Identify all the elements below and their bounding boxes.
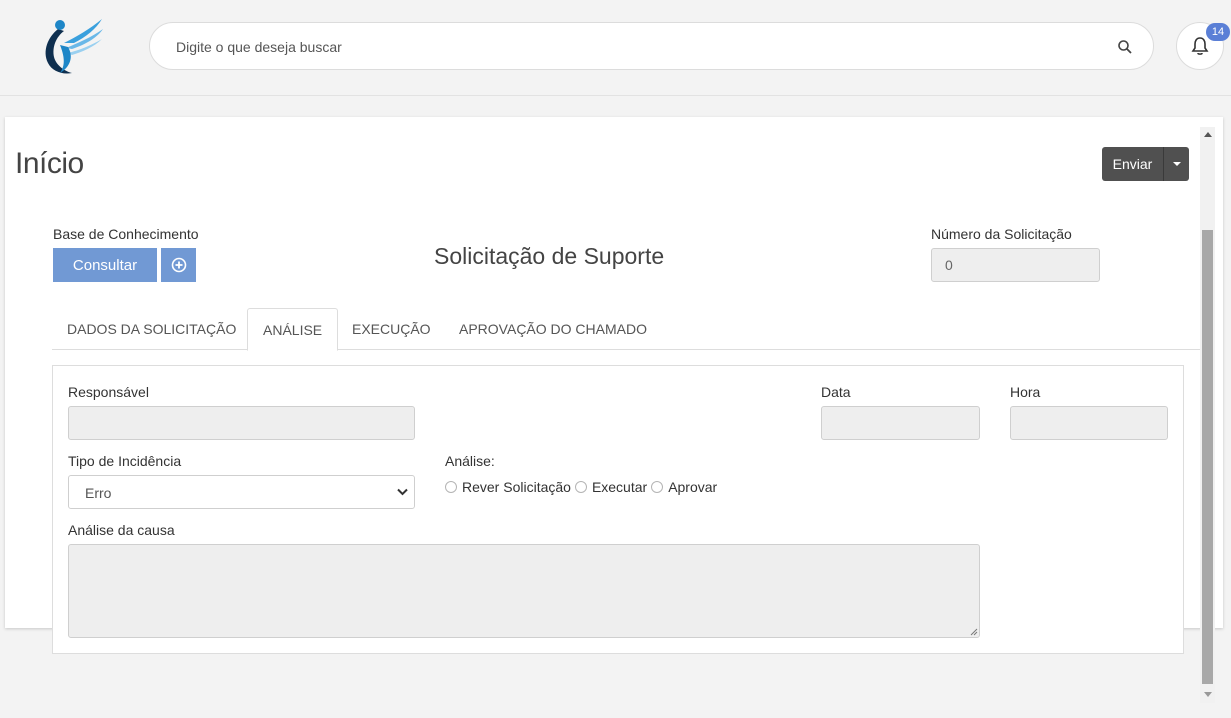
tab-execution[interactable]: EXECUÇÃO — [337, 308, 446, 350]
form-title: Solicitação de Suporte — [434, 243, 665, 269]
radio-approve-label[interactable]: Aprovar — [668, 479, 717, 495]
request-number-label: Número da Solicitação — [931, 226, 1072, 242]
tab-request-data[interactable]: DADOS DA SOLICITAÇÃO — [52, 308, 251, 350]
incidence-type-value: Erro — [85, 485, 112, 501]
time-field[interactable] — [1010, 406, 1168, 440]
consult-button[interactable]: Consultar — [53, 248, 157, 282]
scroll-thumb[interactable] — [1202, 230, 1213, 684]
date-label: Data — [821, 384, 851, 400]
request-number-field[interactable] — [931, 248, 1100, 282]
add-knowledge-button[interactable] — [161, 248, 196, 282]
chevron-down-icon — [397, 488, 408, 496]
tab-analysis[interactable]: ANÁLISE — [247, 308, 339, 351]
resize-handle-icon[interactable] — [970, 628, 978, 636]
bell-icon — [1191, 37, 1209, 55]
search-input[interactable] — [176, 37, 1076, 57]
scroll-down-arrow-icon[interactable] — [1204, 692, 1212, 697]
time-label: Hora — [1010, 384, 1041, 400]
incidence-type-select[interactable]: Erro — [68, 475, 415, 509]
search-icon[interactable] — [1117, 39, 1133, 55]
caret-down-icon — [1172, 162, 1181, 166]
scroll-up-arrow-icon[interactable] — [1204, 132, 1212, 137]
page-title: Início — [15, 147, 84, 180]
radio-execute-label[interactable]: Executar — [592, 479, 647, 495]
responsible-field[interactable] — [68, 406, 415, 440]
knowledge-base-label: Base de Conhecimento — [53, 226, 199, 242]
responsible-label: Responsável — [68, 384, 149, 400]
date-field[interactable] — [821, 406, 980, 440]
send-dropdown-button[interactable] — [1164, 147, 1189, 181]
send-button[interactable]: Enviar — [1102, 147, 1164, 181]
cause-analysis-textarea[interactable] — [68, 544, 980, 638]
page-scrollbar[interactable] — [1200, 127, 1215, 703]
notification-badge: 14 — [1206, 23, 1230, 41]
radio-approve[interactable] — [651, 481, 664, 493]
top-header: 14 — [0, 0, 1231, 96]
tab-approval[interactable]: APROVAÇÃO DO CHAMADO — [444, 308, 662, 350]
analysis-label: Análise: — [445, 453, 495, 469]
plus-circle-icon — [171, 257, 186, 273]
radio-execute[interactable] — [574, 481, 587, 493]
analysis-radio-group: Rever Solicitação Executar Aprovar — [445, 479, 721, 495]
form-tabs: DADOS DA SOLICITAÇÃO ANÁLISE EXECUÇÃO AP… — [52, 308, 1200, 351]
send-button-group: Enviar — [1102, 147, 1189, 181]
radio-review-request-label[interactable]: Rever Solicitação — [462, 479, 571, 495]
company-logo-icon[interactable] — [40, 15, 106, 77]
cause-analysis-label: Análise da causa — [68, 522, 175, 538]
radio-review-request[interactable] — [445, 481, 457, 493]
search-bar[interactable] — [149, 22, 1154, 70]
incidence-type-label: Tipo de Incidência — [68, 453, 182, 469]
